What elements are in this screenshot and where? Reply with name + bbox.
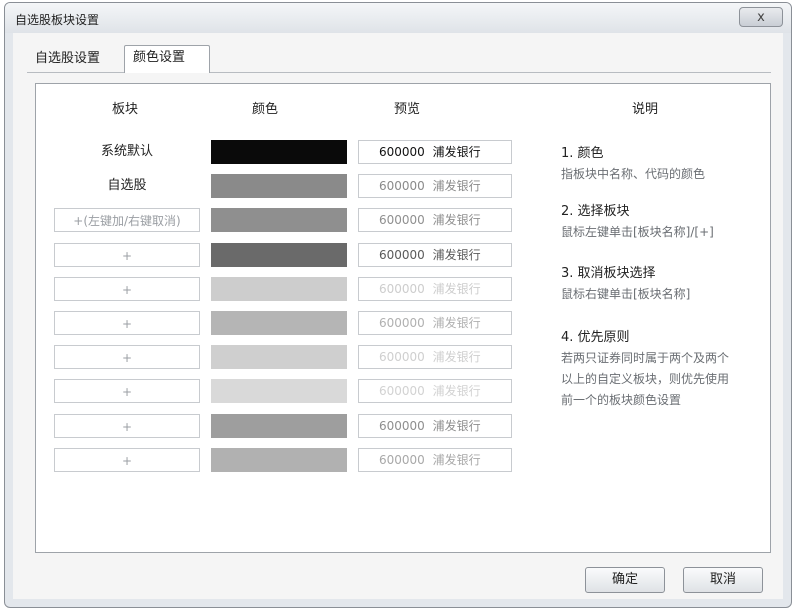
color-settings-panel: 板块 颜色 预览 说明 系统默认 600000 浦发银行 自选股 600000 浦发银… (35, 83, 771, 553)
preview-box-8: 600000 浦发银行 (358, 414, 512, 438)
cancel-button[interactable]: 取消 (683, 567, 763, 593)
preview-code: 600000 (379, 350, 425, 364)
color-swatch-7[interactable] (211, 379, 347, 403)
preview-code: 600000 (379, 179, 425, 193)
color-swatch-9[interactable] (211, 448, 347, 472)
header-description: 说明 (632, 102, 659, 117)
color-swatch-6[interactable] (211, 345, 347, 369)
description-title-3: 3. 取消板块选择 (561, 266, 656, 281)
preview-bank-name: 浦发银行 (432, 419, 481, 433)
block-name-0[interactable]: 系统默认 (54, 140, 200, 164)
preview-bank-name: 浦发银行 (432, 384, 481, 398)
color-swatch-2[interactable] (211, 208, 347, 232)
color-swatch-0[interactable] (211, 140, 347, 164)
preview-box-4: 600000 浦发银行 (358, 277, 512, 301)
ok-button[interactable]: 确定 (585, 567, 665, 593)
preview-box-0: 600000 浦发银行 (358, 140, 512, 164)
block-name-4[interactable]: + (54, 277, 200, 301)
preview-bank-name: 浦发银行 (432, 453, 481, 467)
block-name-8[interactable]: + (54, 414, 200, 438)
description-text: 前一个的板块颜色设置 (561, 393, 682, 407)
description-title-4: 4. 优先原则 (561, 330, 630, 345)
preview-code: 600000 (379, 282, 425, 296)
preview-box-1: 600000 浦发银行 (358, 174, 512, 198)
description-text: 以上的自定义板块，则优先使用 (561, 372, 730, 386)
description-title-2: 2. 选择板块 (561, 204, 630, 219)
preview-box-9: 600000 浦发银行 (358, 448, 512, 472)
color-swatch-1[interactable] (211, 174, 347, 198)
block-name-3[interactable]: + (54, 243, 200, 267)
dialog-window: 自选股板块设置 x 自选股设置 颜色设置 板块 颜色 预览 说明 系统默认 600… (4, 2, 792, 608)
color-swatch-4[interactable] (211, 277, 347, 301)
header-preview: 预览 (394, 102, 421, 117)
preview-bank-name: 浦发银行 (432, 248, 481, 262)
preview-code: 600000 (379, 419, 425, 433)
preview-code: 600000 (379, 384, 425, 398)
description-text: 鼠标左键单击[板块名称]/[+] (561, 225, 714, 239)
description-text: 鼠标右键单击[板块名称] (561, 287, 691, 301)
tab-color-settings[interactable]: 颜色设置 (124, 45, 210, 73)
header-color: 颜色 (252, 102, 279, 117)
tab-stock-settings[interactable]: 自选股设置 (27, 47, 121, 73)
header-block: 板块 (112, 102, 139, 117)
preview-box-3: 600000 浦发银行 (358, 243, 512, 267)
preview-code: 600000 (379, 248, 425, 262)
color-swatch-8[interactable] (211, 414, 347, 438)
description-title-1: 1. 颜色 (561, 146, 604, 161)
preview-box-7: 600000 浦发银行 (358, 379, 512, 403)
preview-code: 600000 (379, 145, 425, 159)
block-name-1[interactable]: 自选股 (54, 174, 200, 198)
preview-bank-name: 浦发银行 (432, 145, 481, 159)
preview-code: 600000 (379, 213, 425, 227)
block-name-9[interactable]: + (54, 448, 200, 472)
preview-bank-name: 浦发银行 (432, 282, 481, 296)
block-name-5[interactable]: + (54, 311, 200, 335)
preview-box-6: 600000 浦发银行 (358, 345, 512, 369)
description-text: 指板块中名称、代码的颜色 (561, 167, 706, 181)
description-text: 若两只证券同时属于两个及两个 (561, 351, 730, 365)
block-name-2[interactable]: +(左键加/右键取消) (54, 208, 200, 232)
dialog-client: 自选股设置 颜色设置 板块 颜色 预览 说明 系统默认 600000 浦发银行 自选… (13, 33, 783, 599)
preview-bank-name: 浦发银行 (432, 213, 481, 227)
title-bar: 自选股板块设置 x (5, 3, 791, 33)
color-swatch-3[interactable] (211, 243, 347, 267)
preview-bank-name: 浦发银行 (432, 316, 481, 330)
preview-code: 600000 (379, 453, 425, 467)
preview-bank-name: 浦发银行 (432, 350, 481, 364)
preview-box-2: 600000 浦发银行 (358, 208, 512, 232)
color-swatch-5[interactable] (211, 311, 347, 335)
block-name-7[interactable]: + (54, 379, 200, 403)
close-button[interactable]: x (739, 7, 783, 27)
window-title: 自选股板块设置 (15, 13, 100, 27)
preview-code: 600000 (379, 316, 425, 330)
block-name-6[interactable]: + (54, 345, 200, 369)
preview-box-5: 600000 浦发银行 (358, 311, 512, 335)
preview-bank-name: 浦发银行 (432, 179, 481, 193)
